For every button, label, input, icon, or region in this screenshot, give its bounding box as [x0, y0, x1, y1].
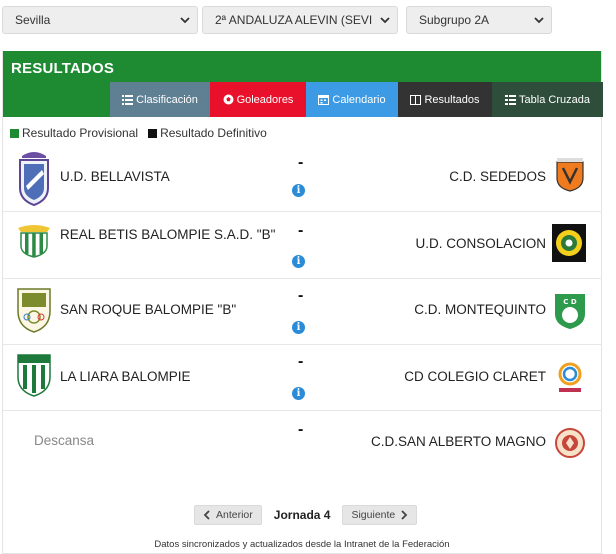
- away-team-name[interactable]: C.D. MONTEQUINTO: [414, 301, 546, 319]
- away-team-name[interactable]: U.D. CONSOLACION: [415, 235, 546, 253]
- away-team-name[interactable]: CD COLEGIO CLARET: [404, 368, 546, 386]
- match-score: -: [298, 353, 304, 370]
- jornada-label: Jornada 4: [273, 508, 331, 522]
- panel-title: RESULTADOS: [11, 60, 115, 77]
- match-row: Descansa - C.D.SAN ALBERTO MAGNO: [2, 411, 602, 471]
- chevron-right-icon: [401, 510, 408, 520]
- soccer-ball-icon: [223, 94, 234, 105]
- competition-select-value: 2ª ANDALUZA ALEVIN (SEVI: [215, 13, 373, 27]
- list-icon: [122, 94, 134, 105]
- sync-note: Datos sincronizados y actualizados desde…: [154, 539, 450, 550]
- info-icon[interactable]: i: [292, 184, 305, 197]
- tab-calendario-label: Calendario: [332, 93, 386, 106]
- info-icon[interactable]: i: [292, 387, 305, 400]
- match-row: U.D. BELLAVISTA - i C.D. SEDEDOS: [2, 144, 602, 212]
- match-row: REAL BETIS BALOMPIE S.A.D. "B" - i U.D. …: [2, 212, 602, 279]
- svg-text:C D: C D: [563, 298, 577, 306]
- provisional-swatch: [10, 128, 19, 138]
- tab-tabla-cruzada[interactable]: Tabla Cruzada: [492, 82, 603, 117]
- competition-select[interactable]: 2ª ANDALUZA ALEVIN (SEVI: [202, 6, 398, 34]
- away-team-name[interactable]: C.D. SEDEDOS: [449, 168, 546, 186]
- jornada-pager: Anterior Jornada 4 Siguiente: [194, 505, 418, 525]
- home-team-name[interactable]: LA LIARA BALOMPIE: [60, 368, 191, 386]
- legend-provisional: Resultado Provisional: [22, 126, 139, 140]
- tab-tabla-cruzada-label: Tabla Cruzada: [519, 93, 590, 106]
- betis-crest-icon: [18, 225, 50, 258]
- definitivo-swatch: [148, 128, 158, 138]
- chevron-left-icon: [203, 510, 210, 520]
- tab-resultados[interactable]: Resultados: [398, 82, 492, 117]
- tab-bar: Clasificación Goleadores Calendario Resu…: [110, 82, 603, 117]
- info-icon[interactable]: i: [292, 255, 305, 268]
- match-row: LA LIARA BALOMPIE - i CD COLEGIO CLARET: [2, 345, 602, 411]
- match-score: -: [298, 287, 304, 304]
- bye-label: Descansa: [34, 433, 95, 448]
- bellavista-crest-icon: [19, 152, 49, 206]
- sededos-crest-icon: [556, 158, 584, 192]
- match-score: -: [298, 421, 304, 438]
- chevron-down-icon: [379, 14, 391, 26]
- tab-resultados-label: Resultados: [424, 93, 480, 106]
- group-select-value: Subgrupo 2A: [419, 13, 490, 27]
- colegio-claret-crest-icon: [558, 362, 582, 392]
- away-team-name[interactable]: C.D.SAN ALBERTO MAGNO: [371, 433, 546, 451]
- san-alberto-magno-crest-icon: [555, 428, 585, 458]
- tab-calendario[interactable]: Calendario: [306, 82, 398, 117]
- tab-goleadores-label: Goleadores: [236, 93, 294, 106]
- tab-clasificacion-label: Clasificación: [136, 93, 198, 106]
- montequinto-crest-icon: C D: [555, 294, 585, 329]
- tab-clasificacion[interactable]: Clasificación: [110, 82, 210, 117]
- chevron-down-icon: [533, 14, 545, 26]
- chevron-down-icon: [179, 14, 191, 26]
- next-button[interactable]: Siguiente: [342, 505, 418, 525]
- result-legend: Resultado Provisional Resultado Definiti…: [10, 126, 267, 140]
- san-roque-crest-icon: [17, 288, 51, 333]
- next-label: Siguiente: [351, 509, 396, 521]
- match-row: SAN ROQUE BALOMPIE "B" - i C.D. MONTEQUI…: [2, 279, 602, 345]
- tab-goleadores[interactable]: Goleadores: [210, 82, 306, 117]
- window-icon: [410, 94, 422, 105]
- calendar-icon: [318, 95, 330, 105]
- group-select[interactable]: Subgrupo 2A: [406, 6, 552, 34]
- la-liara-crest-icon: [17, 354, 51, 397]
- province-select[interactable]: Sevilla: [2, 6, 198, 34]
- previous-button[interactable]: Anterior: [194, 505, 262, 525]
- match-score: -: [298, 154, 304, 171]
- province-select-value: Sevilla: [15, 13, 51, 27]
- panel-header: RESULTADOS Clasificación Goleadores Cale…: [3, 51, 603, 117]
- home-team-name[interactable]: REAL BETIS BALOMPIE S.A.D. "B": [60, 226, 280, 244]
- legend-definitivo: Resultado Definitivo: [160, 126, 267, 140]
- table-icon: [505, 94, 517, 105]
- home-team-name[interactable]: SAN ROQUE BALOMPIE "B": [60, 301, 236, 319]
- previous-label: Anterior: [216, 509, 253, 521]
- match-score: -: [298, 222, 304, 239]
- home-team-name[interactable]: U.D. BELLAVISTA: [60, 168, 170, 186]
- consolacion-crest-icon: [552, 224, 586, 262]
- info-icon[interactable]: i: [292, 321, 305, 334]
